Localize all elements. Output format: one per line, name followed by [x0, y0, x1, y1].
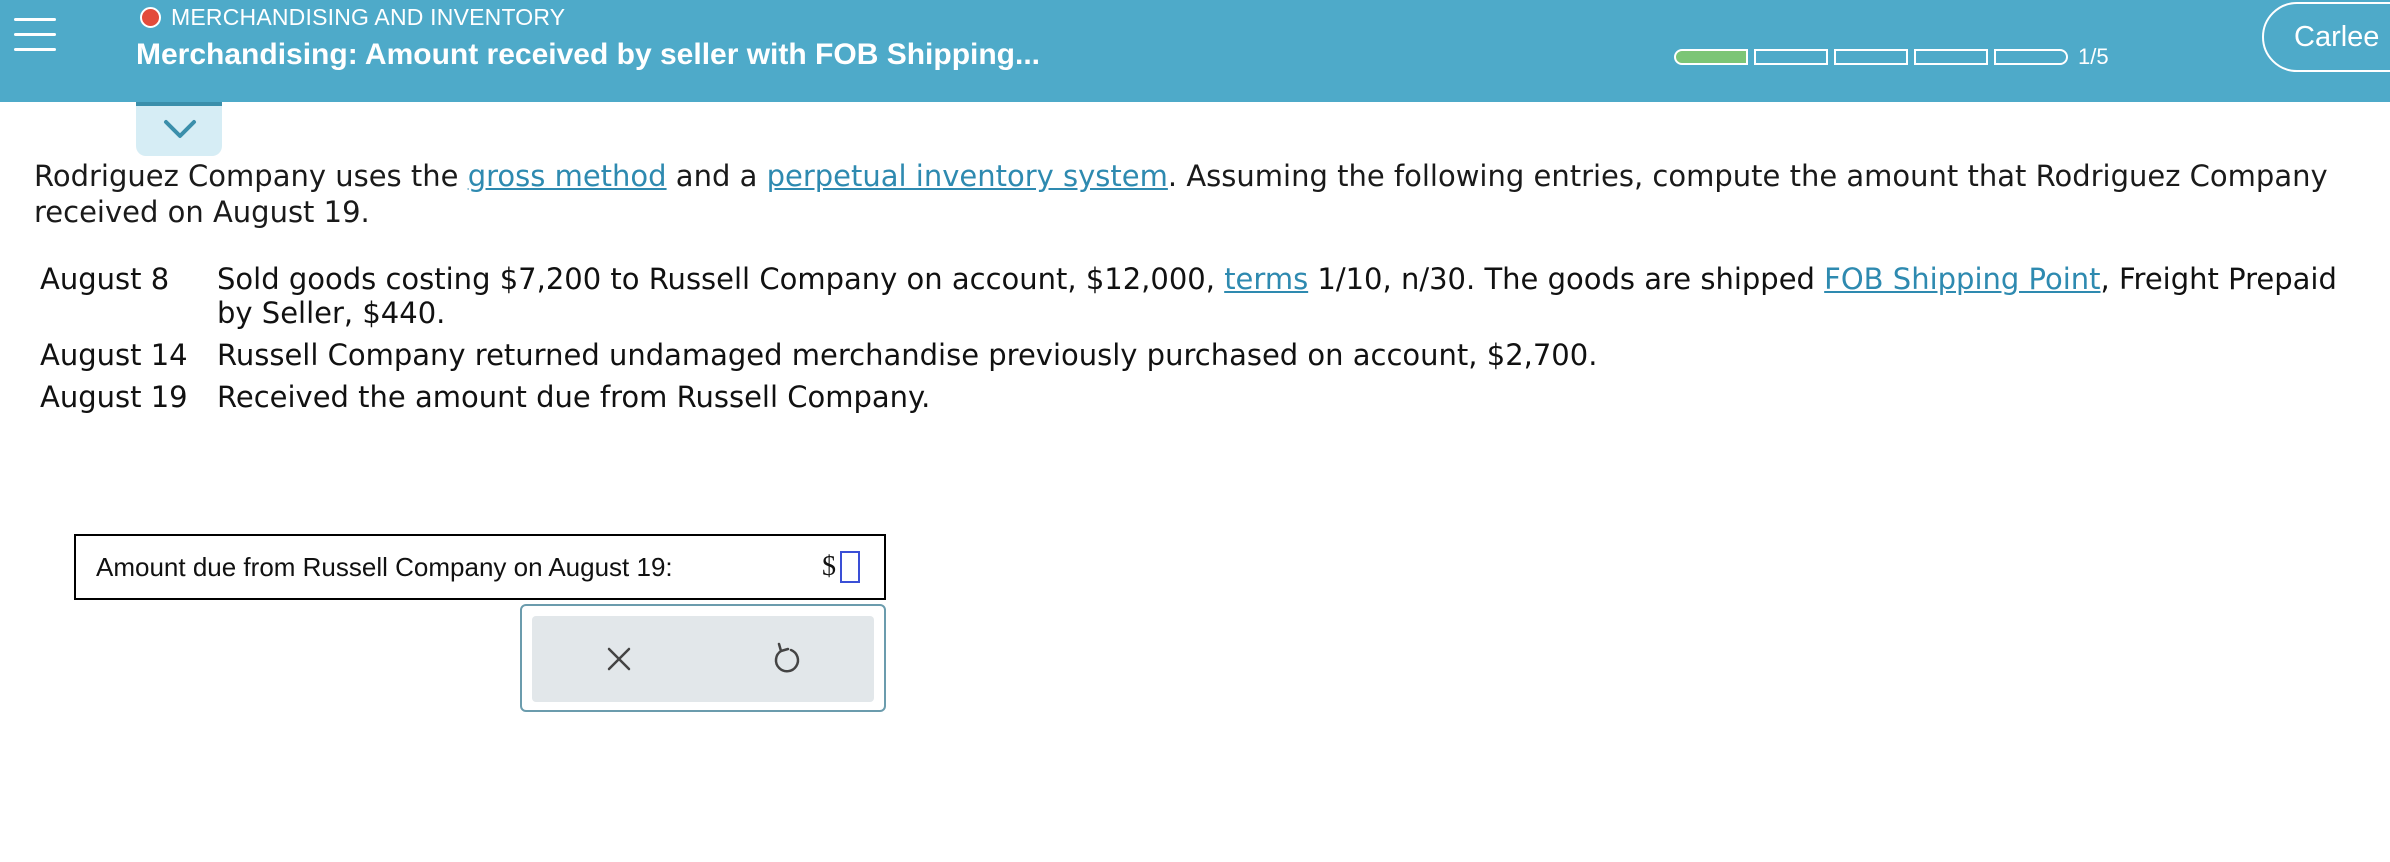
progress-segment-1	[1674, 49, 1748, 65]
entry-date: August 8	[40, 262, 170, 296]
action-panel	[520, 604, 886, 712]
topic-row: MERCHANDISING AND INVENTORY	[140, 4, 565, 31]
status-dot-icon	[140, 7, 161, 28]
journal-entries: August 8 Sold goods costing $7,200 to Ru…	[40, 262, 2360, 422]
entry-description: Sold goods costing $7,200 to Russell Com…	[217, 262, 2360, 330]
entry-text-1: Sold goods costing $7,200 to Russell Com…	[217, 262, 1225, 296]
perpetual-inventory-link[interactable]: perpetual inventory system	[767, 159, 1168, 193]
user-menu-button[interactable]: Carlee	[2262, 2, 2390, 72]
clear-button[interactable]	[598, 638, 640, 680]
entry-row: August 14 Russell Company returned undam…	[40, 338, 2360, 372]
progress-count: 1/5	[2078, 44, 2109, 69]
entry-row: August 8 Sold goods costing $7,200 to Ru…	[40, 262, 2360, 330]
close-icon	[607, 647, 631, 671]
entry-description: Received the amount due from Russell Com…	[217, 380, 931, 414]
undo-icon	[774, 642, 800, 673]
entry-date: August 19	[40, 380, 188, 414]
topic-label: MERCHANDISING AND INVENTORY	[171, 4, 566, 30]
terms-link[interactable]: terms	[1224, 262, 1308, 296]
answer-label: Amount due from Russell Company on Augus…	[96, 551, 673, 582]
progress-segment-2	[1754, 49, 1828, 65]
entry-row: August 19 Received the amount due from R…	[40, 380, 2360, 414]
currency-symbol: $	[822, 551, 836, 582]
progress-segment-4	[1914, 49, 1988, 65]
reset-button[interactable]	[766, 638, 808, 680]
fob-shipping-point-link[interactable]: FOB Shipping Point	[1824, 262, 2100, 296]
entry-text-2: 1/10, n/30. The goods are shipped	[1308, 262, 1825, 296]
progress-segment-3	[1834, 49, 1908, 65]
chevron-down-icon	[164, 120, 196, 138]
entry-description: Russell Company returned undamaged merch…	[217, 338, 1598, 372]
intro-text-1: Rodriguez Company uses the	[34, 159, 468, 193]
hamburger-menu-icon[interactable]	[14, 18, 58, 58]
intro-text-2: and a	[666, 159, 767, 193]
gross-method-link[interactable]: gross method	[468, 159, 667, 193]
page-title: Merchandising: Amount received by seller…	[136, 38, 1041, 71]
top-bar: MERCHANDISING AND INVENTORY Merchandisin…	[0, 0, 2390, 102]
progress-indicator: 1/5	[1674, 44, 2109, 70]
amount-input[interactable]	[840, 551, 860, 583]
progress-segment-5	[1994, 49, 2068, 65]
answer-row: Amount due from Russell Company on Augus…	[74, 534, 886, 600]
collapse-toggle-button[interactable]	[136, 102, 222, 156]
entry-date: August 14	[40, 338, 188, 372]
problem-intro: Rodriguez Company uses the gross method …	[34, 158, 2334, 230]
action-button-group	[532, 616, 874, 702]
